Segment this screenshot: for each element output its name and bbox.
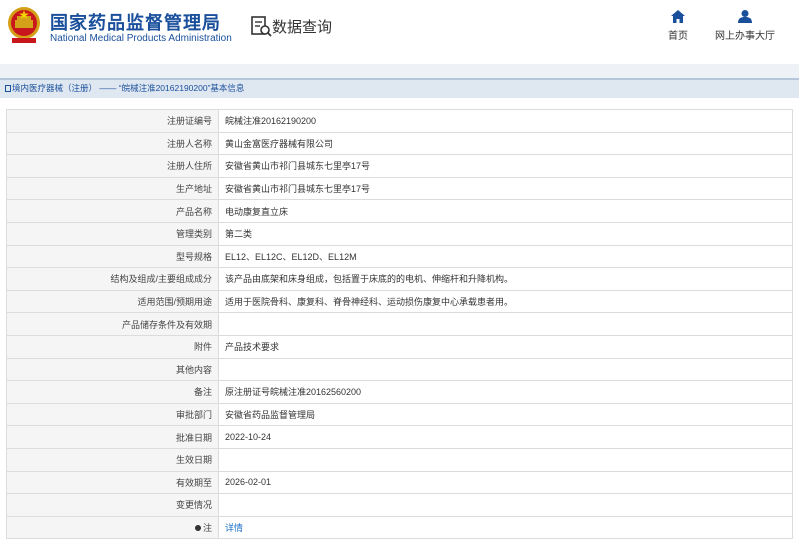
- table-row: 注册人住所 安徽省黄山市祁门县城东七里亭17号: [6, 154, 793, 178]
- field-label: 型号规格: [6, 244, 219, 269]
- field-label: 其他内容: [6, 357, 219, 382]
- table-row: 注册证编号 皖械注准20162190200: [6, 109, 793, 133]
- details-link[interactable]: 详情: [225, 523, 243, 533]
- field-label: 审批部门: [6, 402, 219, 427]
- table-row: 型号规格 EL12、EL12C、EL12D、EL12M: [6, 244, 793, 269]
- home-icon: [671, 10, 685, 23]
- field-value: 安徽省黄山市祁门县城东七里亭17号: [218, 154, 793, 178]
- registration-detail-table: 注册证编号 皖械注准20162190200 注册人名称 黄山金富医疗器械有限公司 注…: [6, 109, 793, 540]
- field-label: 适用范围/预期用途: [6, 289, 219, 314]
- table-row: 适用范围/预期用途 适用于医院骨科、康复科、脊骨神经科、运动损伤康复中心承载患者用…: [6, 289, 793, 314]
- field-label: 批准日期: [6, 425, 219, 449]
- header-divider: [0, 64, 799, 78]
- table-row: 生效日期: [6, 447, 793, 472]
- field-label: 生效日期: [6, 447, 219, 472]
- field-value: 详情: [218, 515, 793, 540]
- field-value: 产品技术要求: [218, 334, 793, 359]
- field-value: 该产品由底架和床身组成，包括置于床底的的电机、伸缩杆和升降机构。: [218, 267, 793, 291]
- nav-home-link[interactable]: 首页: [662, 10, 694, 42]
- field-label: 管理类别: [6, 221, 219, 246]
- field-value: 2026-02-01: [218, 470, 793, 495]
- user-icon: [738, 10, 752, 23]
- site-subtitle: National Medical Products Administration: [50, 33, 232, 44]
- table-row: 结构及组成/主要组成成分 该产品由底架和床身组成，包括置于床底的的电机、伸缩杆和升…: [6, 267, 793, 291]
- field-value: [218, 493, 793, 517]
- field-label: 有效期至: [6, 470, 219, 495]
- field-value: 第二类: [218, 221, 793, 246]
- field-value: 安徽省黄山市祁门县城东七里亭17号: [218, 176, 793, 201]
- note-dot-icon: [194, 524, 201, 531]
- data-query-icon: [251, 16, 272, 37]
- breadcrumb-category-link[interactable]: 境内医疗器械（注册）: [12, 83, 97, 93]
- field-value: 电动康复直立床: [218, 199, 793, 223]
- field-label: 注册证编号: [6, 109, 219, 133]
- field-value: 原注册证号皖械注准20162560200: [218, 380, 793, 404]
- table-row: 附件 产品技术要求: [6, 334, 793, 359]
- detail-table-container: 注册证编号 皖械注准20162190200 注册人名称 黄山金富医疗器械有限公司 注…: [6, 109, 793, 540]
- field-label: 产品名称: [6, 199, 219, 223]
- field-value: 适用于医院骨科、康复科、脊骨神经科、运动损伤康复中心承载患者用。: [218, 289, 793, 314]
- field-value: 2022-10-24: [218, 425, 793, 449]
- table-row: 生产地址 安徽省黄山市祁门县城东七里亭17号: [6, 176, 793, 201]
- page-section-title: 数据查询: [272, 19, 333, 36]
- field-value: [218, 357, 793, 382]
- field-label: 附件: [6, 334, 219, 359]
- site-header: 国家药品监督管理局 National Medical Products Admi…: [0, 0, 799, 64]
- breadcrumb-separator: ——: [97, 83, 119, 93]
- nav-online-hall-label: 网上办事大厅: [715, 31, 775, 42]
- field-value: [218, 447, 793, 472]
- table-row: 审批部门 安徽省药品监督管理局: [6, 402, 793, 427]
- national-emblem-icon: [8, 7, 40, 43]
- field-value: [218, 312, 793, 336]
- table-row: 产品储存条件及有效期: [6, 312, 793, 336]
- nav-home-label: 首页: [668, 31, 688, 42]
- table-row: 管理类别 第二类: [6, 221, 793, 246]
- field-value: 黄山金富医疗器械有限公司: [218, 131, 793, 156]
- breadcrumb-current: “皖械注准20162190200”基本信息: [118, 83, 245, 93]
- field-label: 生产地址: [6, 176, 219, 201]
- table-row: 备注 原注册证号皖械注准20162560200: [6, 380, 793, 404]
- nav-online-hall-link[interactable]: 网上办事大厅: [712, 10, 778, 42]
- field-value: 安徽省药品监督管理局: [218, 402, 793, 427]
- note-field-label: 注: [6, 515, 219, 540]
- table-row: 其他内容: [6, 357, 793, 382]
- field-label: 注册人名称: [6, 131, 219, 156]
- field-label: 备注: [6, 380, 219, 404]
- table-row: 批准日期 2022-10-24: [6, 425, 793, 449]
- table-row: 变更情况: [6, 493, 793, 517]
- document-icon: [5, 85, 11, 92]
- field-label: 注册人住所: [6, 154, 219, 178]
- breadcrumb: 境内医疗器械（注册） —— “皖械注准20162190200”基本信息: [0, 78, 799, 98]
- table-row: 注册人名称 黄山金富医疗器械有限公司: [6, 131, 793, 156]
- table-row: 有效期至 2026-02-01: [6, 470, 793, 495]
- field-label: 产品储存条件及有效期: [6, 312, 219, 336]
- field-label: 结构及组成/主要组成成分: [6, 267, 219, 291]
- field-value: 皖械注准20162190200: [218, 109, 793, 133]
- field-value: EL12、EL12C、EL12D、EL12M: [218, 244, 793, 269]
- note-label-text: 注: [202, 522, 212, 533]
- table-row: 注 详情: [6, 515, 793, 540]
- field-label: 变更情况: [6, 493, 219, 517]
- site-title: 国家药品监督管理局: [50, 13, 221, 33]
- table-row: 产品名称 电动康复直立床: [6, 199, 793, 223]
